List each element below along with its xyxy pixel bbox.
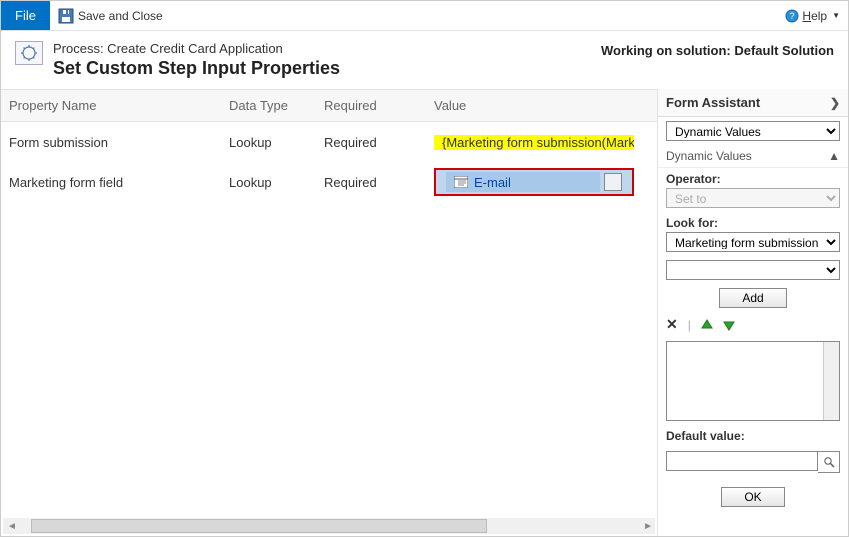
scroll-left-icon[interactable]: ◄ — [7, 521, 17, 532]
default-value-label: Default value: — [666, 429, 840, 443]
save-close-label: Save and Close — [78, 9, 163, 23]
svg-text:?: ? — [790, 11, 795, 21]
file-tab[interactable]: File — [1, 1, 50, 30]
prop-name: Marketing form field — [1, 175, 221, 190]
col-value: Value — [426, 98, 657, 113]
default-value-lookup-button[interactable] — [818, 451, 840, 473]
help-label: Help — [802, 9, 827, 23]
scroll-right-icon[interactable]: ► — [643, 521, 653, 532]
record-icon — [454, 176, 468, 188]
lookfor-entity-select[interactable]: Marketing form submission — [666, 232, 840, 252]
chevron-up-icon: ▲ — [828, 149, 840, 163]
chevron-right-icon: ❯ — [830, 96, 840, 110]
value-form-submission[interactable]: {Marketing form submission(Mark — [434, 135, 634, 150]
table-row: Form submission Lookup Required {Marketi… — [1, 122, 657, 162]
page-title: Set Custom Step Input Properties — [53, 58, 340, 79]
lookup-link[interactable]: E-mail — [474, 175, 511, 190]
form-assistant-header[interactable]: Form Assistant ❯ — [658, 89, 848, 117]
table-row: Marketing form field Lookup Required E-m… — [1, 162, 657, 202]
move-up-icon[interactable] — [701, 319, 713, 331]
ok-button[interactable]: OK — [721, 487, 784, 507]
help-dropdown-icon: ▼ — [832, 11, 840, 20]
lookfor-label: Look for: — [666, 216, 840, 230]
form-assistant-title: Form Assistant — [666, 95, 760, 110]
help-link[interactable]: ? Help ▼ — [785, 9, 840, 23]
remove-icon[interactable]: ✕ — [666, 316, 678, 333]
operator-label: Operator: — [666, 172, 840, 186]
col-property-name: Property Name — [1, 98, 221, 113]
process-label: Process: Create Credit Card Application — [53, 41, 340, 56]
value-marketing-form-field[interactable]: E-mail — [434, 168, 634, 196]
vertical-scrollbar[interactable] — [823, 342, 839, 420]
horizontal-scrollbar[interactable]: ◄ ► — [3, 518, 655, 534]
lookfor-attribute-select[interactable] — [666, 260, 840, 280]
prop-required: Required — [316, 175, 426, 190]
default-value-input[interactable] — [666, 451, 818, 471]
save-icon — [58, 8, 74, 24]
section-title: Dynamic Values — [666, 149, 752, 163]
assistant-section-select[interactable]: Dynamic Values — [666, 121, 840, 141]
move-down-icon[interactable] — [723, 319, 735, 331]
scroll-thumb[interactable] — [31, 519, 487, 533]
col-required: Required — [316, 98, 426, 113]
prop-type: Lookup — [221, 135, 316, 150]
operator-select: Set to — [666, 188, 840, 208]
prop-name: Form submission — [1, 135, 221, 150]
add-button[interactable]: Add — [719, 288, 786, 308]
col-data-type: Data Type — [221, 98, 316, 113]
table-header: Property Name Data Type Required Value — [1, 90, 657, 122]
prop-type: Lookup — [221, 175, 316, 190]
divider: | — [688, 318, 691, 332]
working-solution-label: Working on solution: Default Solution — [601, 41, 834, 58]
help-icon: ? — [785, 9, 799, 23]
search-icon — [823, 456, 835, 468]
dynamic-values-section[interactable]: Dynamic Values ▲ — [658, 145, 848, 168]
save-close-button[interactable]: Save and Close — [58, 8, 163, 24]
process-icon — [15, 41, 43, 65]
lookup-search-button[interactable] — [604, 173, 622, 191]
prop-required: Required — [316, 135, 426, 150]
dynamic-values-list[interactable] — [666, 341, 840, 421]
